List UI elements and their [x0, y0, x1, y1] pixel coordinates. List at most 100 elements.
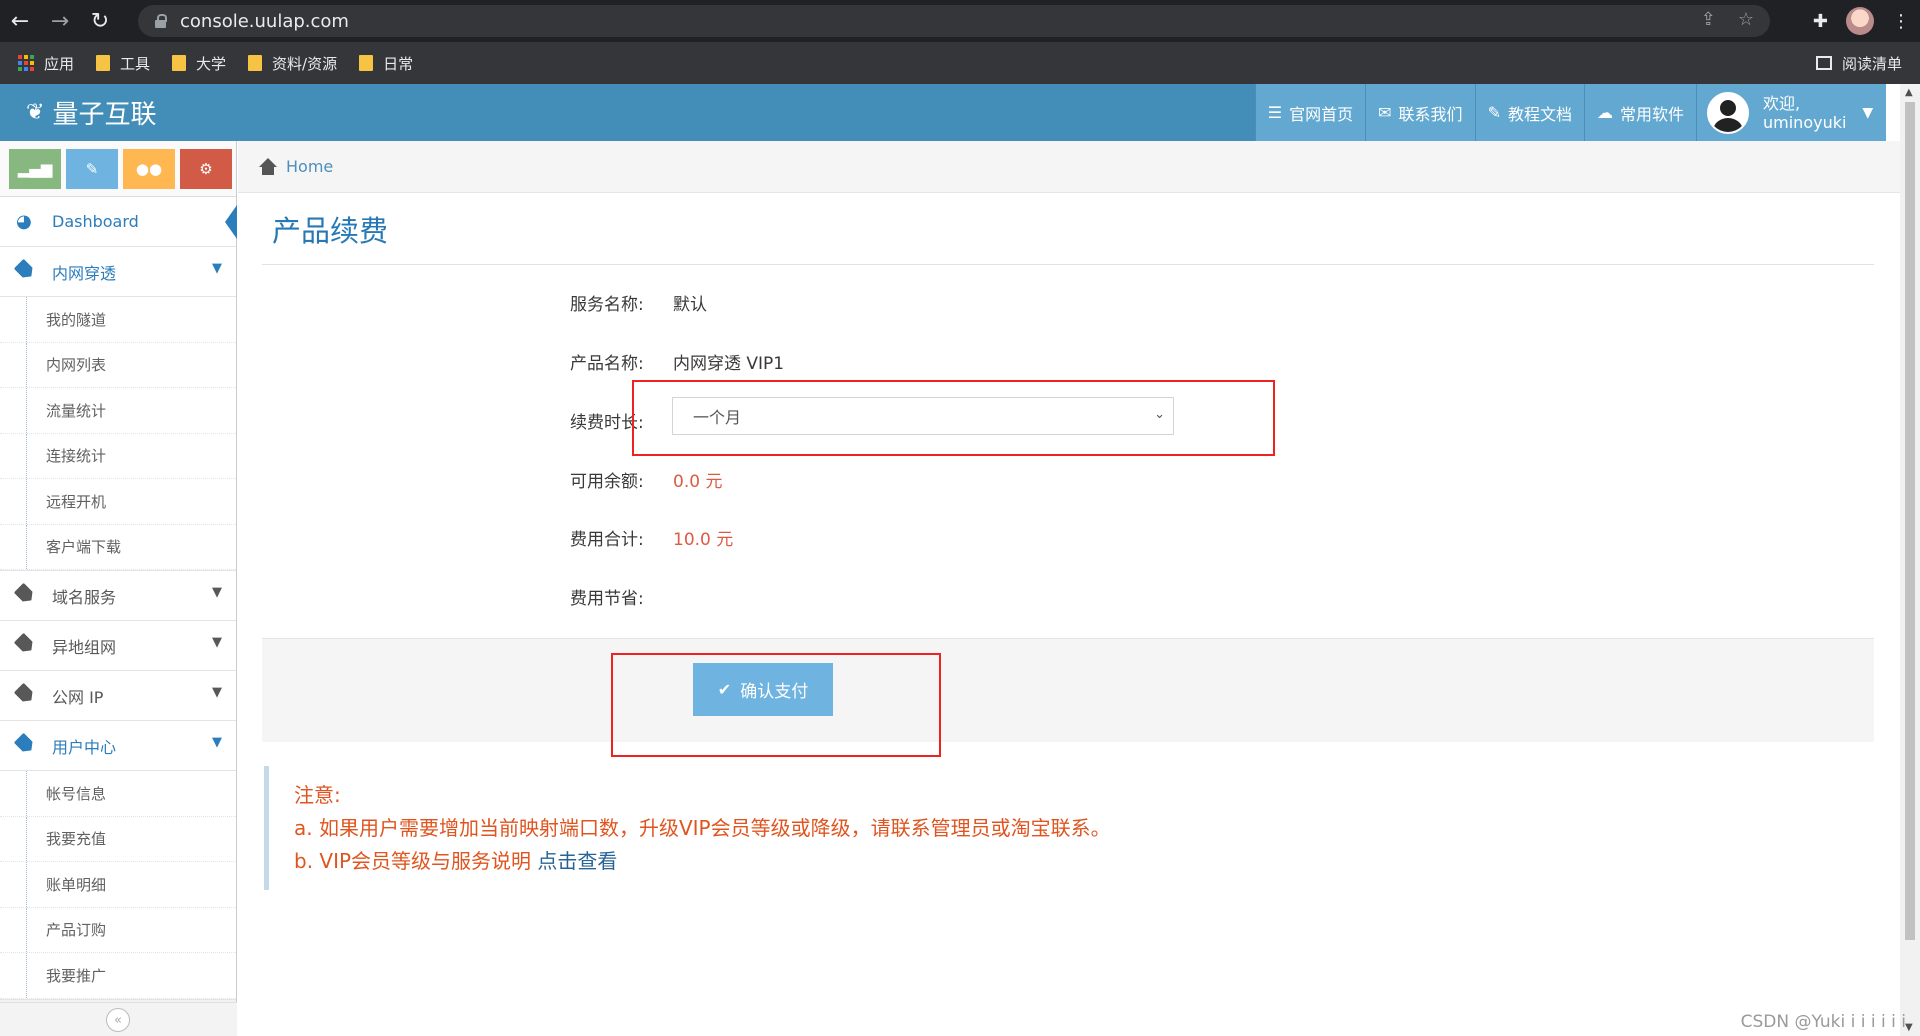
- share-icon[interactable]: ⇪: [1701, 9, 1716, 30]
- scroll-thumb[interactable]: [1905, 102, 1915, 940]
- page-title: 产品续费: [272, 214, 389, 248]
- bookmark-folder[interactable]: 日常: [359, 53, 413, 74]
- sidebar-subitem[interactable]: 我要推广: [0, 953, 236, 999]
- sidebar-subitem[interactable]: 客户端下载: [0, 524, 236, 570]
- url-text: console.uulap.com: [180, 10, 349, 32]
- chevron-down-icon: ▼: [212, 261, 222, 276]
- tag-icon: [16, 685, 36, 706]
- pencil-shortcut-button[interactable]: ✎: [66, 148, 118, 189]
- sidebar-item-dashboard[interactable]: ◕ Dashboard: [0, 197, 237, 247]
- form-actions: [262, 638, 1874, 742]
- notice-line-b-text: b. VIP会员等级与服务说明: [294, 849, 538, 873]
- sidebar-subitem[interactable]: 流量统计: [0, 388, 236, 434]
- bookmark-folder[interactable]: 工具: [96, 53, 150, 74]
- subitem-label: 远程开机: [46, 492, 107, 511]
- sidebar-item-user-center[interactable]: 用户中心 ▼: [0, 721, 236, 771]
- cogs-shortcut-button[interactable]: ⚙: [180, 148, 232, 189]
- sidebar-item-label: 内网穿透: [52, 263, 117, 283]
- extensions-icon[interactable]: ✚: [1813, 11, 1828, 32]
- browser-toolbar: ← → ↻ console.uulap.com ⇪ ☆ ✚ ⋮: [0, 0, 1920, 42]
- bookmark-star-icon[interactable]: ☆: [1738, 9, 1754, 30]
- bookmark-label: 资料/资源: [272, 54, 338, 73]
- book-icon: ✎: [1487, 103, 1501, 122]
- pencil-icon: ✎: [85, 159, 99, 178]
- back-icon[interactable]: ←: [0, 0, 40, 42]
- address-bar[interactable]: console.uulap.com ⇪ ☆: [138, 5, 1770, 37]
- apps-grid-icon: [18, 55, 34, 71]
- field-value: 默认: [673, 294, 707, 315]
- bookmark-apps[interactable]: 应用: [18, 53, 74, 74]
- notice-link[interactable]: 点击查看: [537, 849, 617, 873]
- sidebar-subitem[interactable]: 我的隧道: [0, 297, 236, 343]
- tag-icon: [16, 735, 36, 756]
- brand-name: 量子互联: [52, 100, 157, 130]
- bookmark-folder[interactable]: 资料/资源: [248, 53, 337, 74]
- nav-software[interactable]: ☁ 常用软件: [1583, 84, 1696, 141]
- subitem-label: 产品订购: [46, 921, 107, 940]
- scroll-down-icon[interactable]: ▼: [1905, 1022, 1913, 1033]
- app-header: ❦ 量子互联 ☰ 官网首页 ✉ 联系我们 ✎ 教程文档 ☁ 常用软件 欢迎, umino…: [0, 84, 1886, 141]
- sidebar-subitem[interactable]: 账单明细: [0, 862, 236, 908]
- brand-logo[interactable]: ❦ 量子互联: [26, 84, 156, 141]
- notice-line-b: b. VIP会员等级与服务说明 点击查看: [294, 845, 1364, 878]
- sidebar-subitem[interactable]: 远程开机: [0, 479, 236, 525]
- sidebar-item-label: 用户中心: [52, 737, 117, 757]
- sidebar-item-networking[interactable]: 异地组网 ▼: [0, 621, 236, 671]
- bookmark-label: 应用: [44, 54, 75, 73]
- signal-icon: ▂▄▆: [17, 159, 53, 178]
- scroll-up-icon[interactable]: ▲: [1905, 87, 1913, 98]
- notice-box: 注意: a. 如果用户需要增加当前映射端口数，升级VIP会员等级或降级，请联系管…: [264, 766, 1364, 890]
- sidebar-subitem[interactable]: 产品订购: [0, 907, 236, 953]
- sidebar-subitem[interactable]: 我要充值: [0, 816, 236, 862]
- chevron-down-icon: ▼: [212, 735, 222, 750]
- field-service-name: 服务名称: 默认: [570, 287, 707, 317]
- page-scrollbar[interactable]: ▲ ▼: [1900, 84, 1920, 1036]
- sidebar-item-intranet[interactable]: 内网穿透 ▼: [0, 247, 236, 297]
- list-icon: ☰: [1267, 103, 1283, 122]
- submenu-intranet: 我的隧道 内网列表 流量统计 连接统计 远程开机 客户端下载: [0, 297, 236, 571]
- sidebar-subitem[interactable]: 内网列表: [0, 342, 236, 388]
- signal-shortcut-button[interactable]: ▂▄▆: [9, 148, 61, 189]
- field-label: 产品名称:: [570, 353, 644, 374]
- notice-title: 注意:: [294, 783, 341, 807]
- leaf-icon: ❦: [26, 100, 45, 125]
- welcome-text: 欢迎,: [1763, 93, 1801, 113]
- sidebar-item-label: 异地组网: [52, 637, 117, 657]
- sidebar-shortcuts: ▂▄▆ ✎ ●● ⚙: [0, 141, 236, 197]
- sidebar-item-label: 域名服务: [52, 587, 117, 607]
- sidebar-item-label: Dashboard: [52, 212, 139, 231]
- breadcrumb-home[interactable]: Home: [286, 157, 333, 176]
- menu-icon[interactable]: ⋮: [1892, 11, 1910, 32]
- forward-icon[interactable]: →: [40, 0, 80, 42]
- users-shortcut-button[interactable]: ●●: [123, 148, 175, 189]
- field-label: 费用合计:: [570, 529, 644, 550]
- cogs-icon: ⚙: [199, 159, 213, 178]
- profile-avatar[interactable]: [1846, 7, 1874, 35]
- subitem-label: 客户端下载: [46, 538, 122, 557]
- user-text: 欢迎, uminoyuki: [1763, 94, 1846, 132]
- nav-contact[interactable]: ✉ 联系我们: [1365, 84, 1475, 141]
- top-nav: ☰ 官网首页 ✉ 联系我们 ✎ 教程文档 ☁ 常用软件 欢迎, uminoyuki ▼: [1254, 84, 1886, 141]
- sidebar-item-domain[interactable]: 域名服务 ▼: [0, 571, 236, 621]
- lock-icon: [154, 14, 168, 28]
- double-chevron-left-icon[interactable]: «: [106, 1008, 130, 1032]
- bookmark-folder[interactable]: 大学: [172, 53, 226, 74]
- nav-home[interactable]: ☰ 官网首页: [1254, 84, 1366, 141]
- sidebar-subitem[interactable]: 连接统计: [0, 433, 236, 479]
- sidebar-item-public-ip[interactable]: 公网 IP ▼: [0, 671, 236, 721]
- user-menu[interactable]: 欢迎, uminoyuki ▼: [1696, 84, 1886, 141]
- tag-icon: [16, 585, 36, 606]
- submenu-user-center: 帐号信息 我要充值 账单明细 产品订购 我要推广: [0, 771, 236, 1000]
- field-total-cost: 费用合计: 10.0 元: [570, 522, 733, 552]
- reload-icon[interactable]: ↻: [80, 0, 120, 42]
- sidebar-subitem[interactable]: 帐号信息: [0, 771, 236, 817]
- subitem-label: 连接统计: [46, 447, 107, 466]
- notice-line-a: a. 如果用户需要增加当前映射端口数，升级VIP会员等级或降级，请联系管理员或淘…: [294, 816, 1111, 840]
- field-label: 费用节省:: [570, 588, 644, 609]
- field-value: 10.0 元: [673, 529, 734, 550]
- reading-list[interactable]: 阅读清单: [1815, 42, 1902, 84]
- home-icon: [258, 157, 278, 176]
- field-value: 内网穿透 VIP1: [673, 353, 785, 374]
- nav-label: 常用软件: [1619, 104, 1684, 124]
- nav-docs[interactable]: ✎ 教程文档: [1474, 84, 1584, 141]
